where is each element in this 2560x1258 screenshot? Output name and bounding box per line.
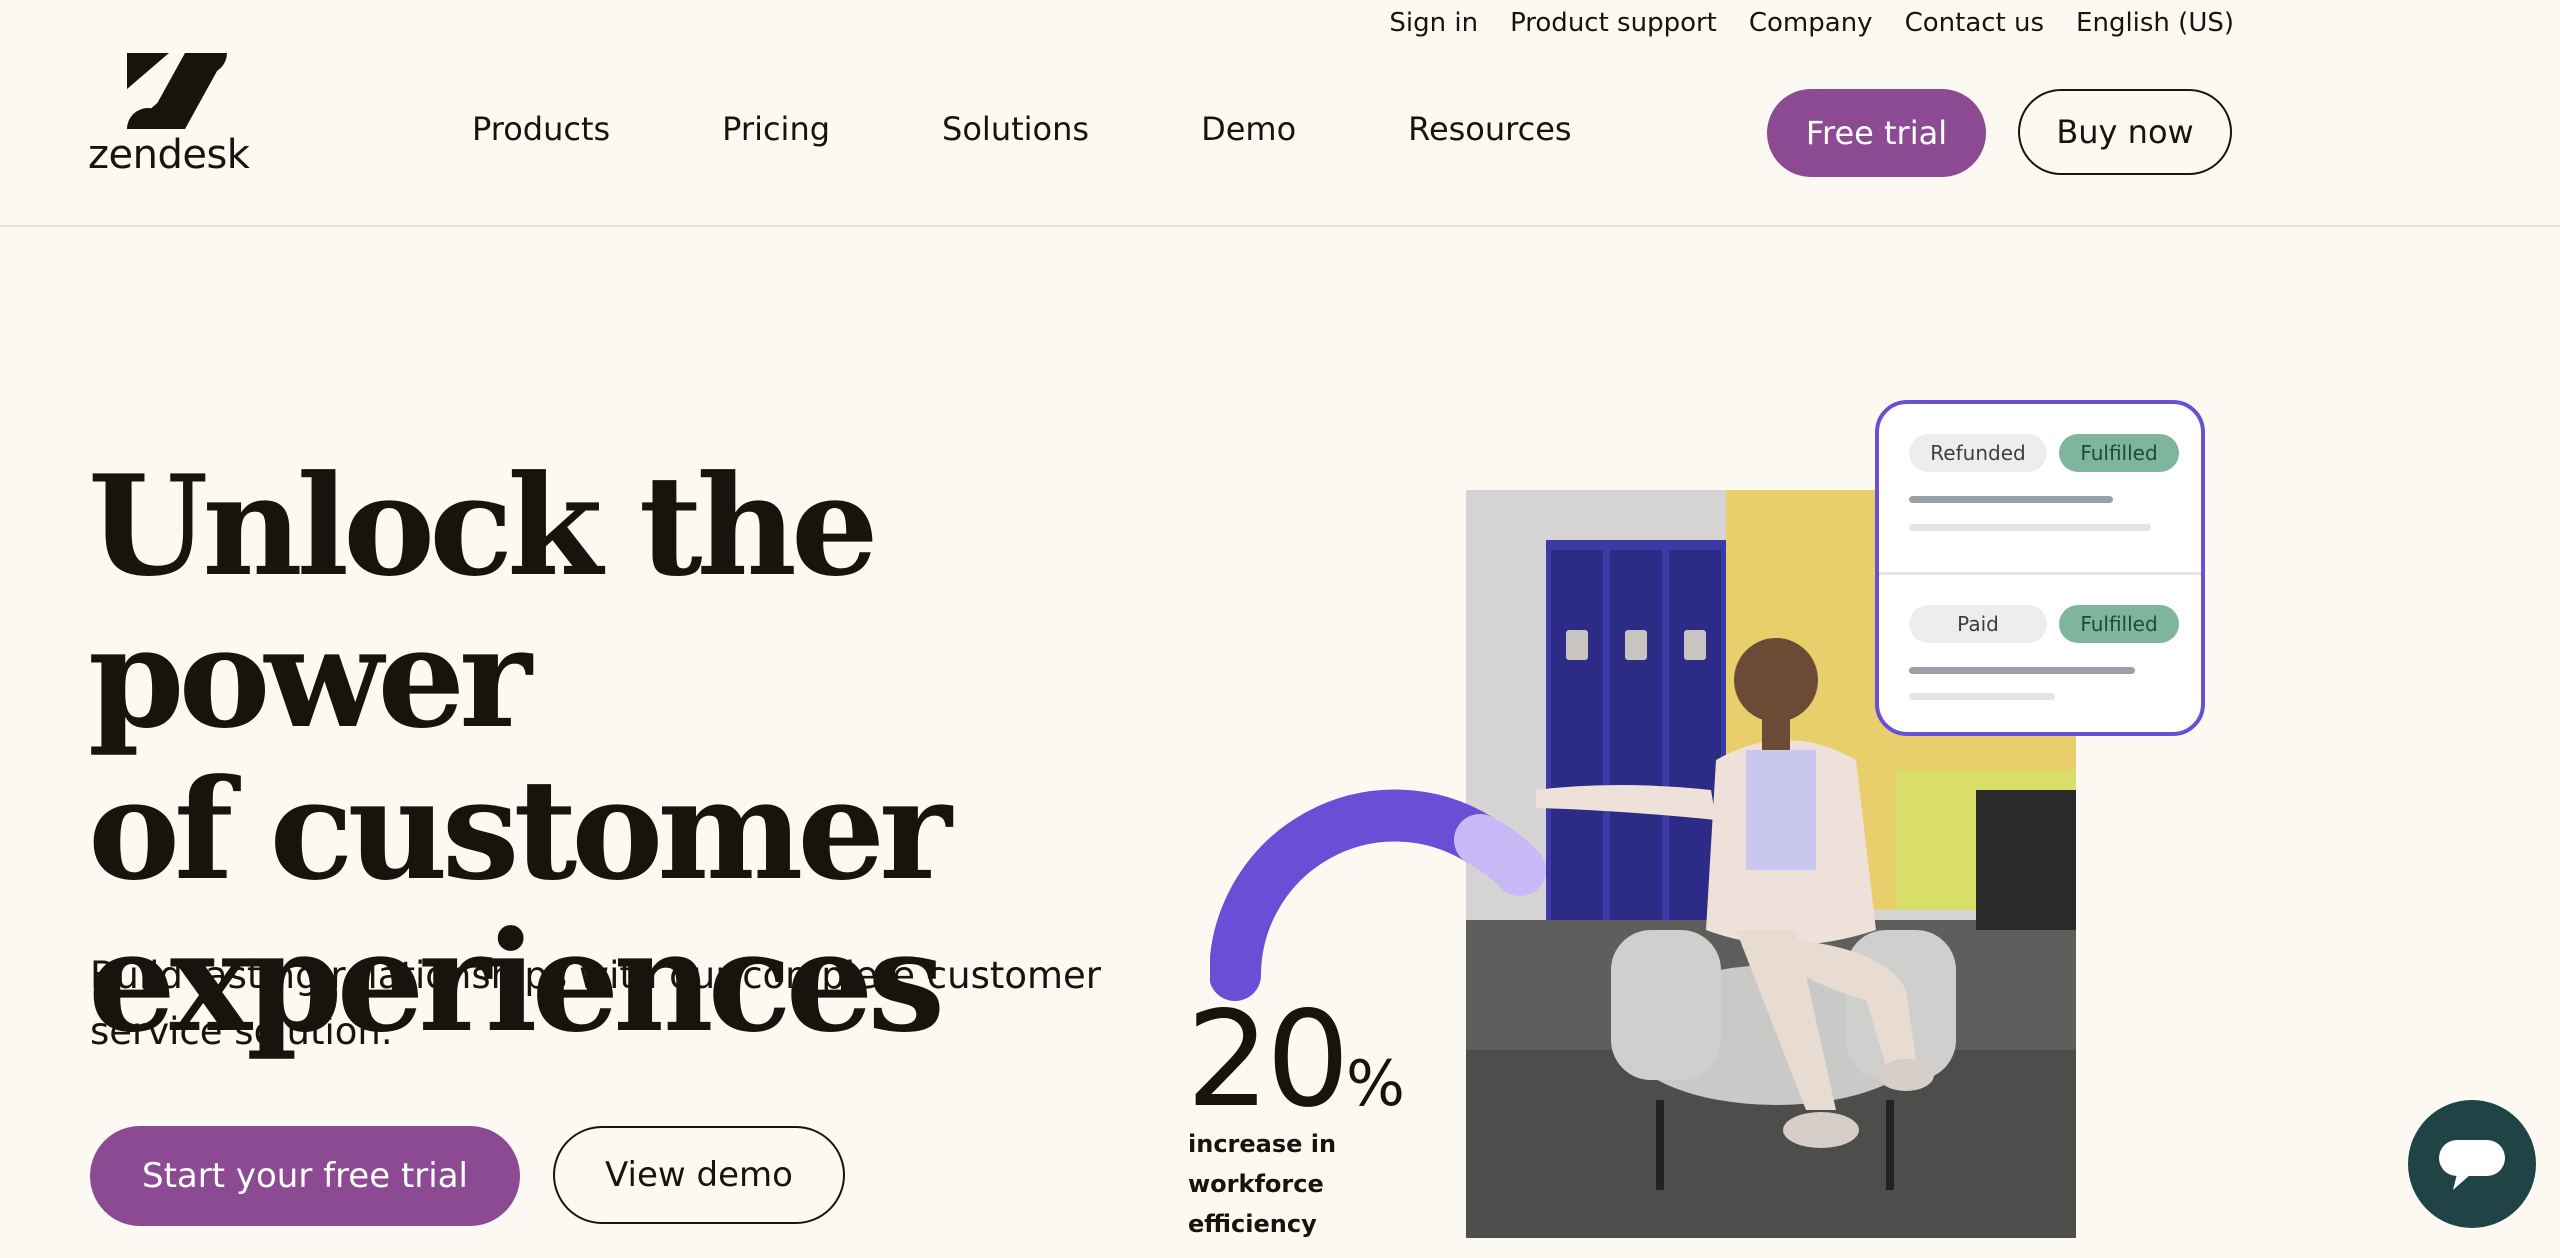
free-trial-button[interactable]: Free trial: [1767, 89, 1986, 177]
hero-title-line: Unlock the power: [88, 444, 879, 759]
site-header: Sign in Product support Company Contact …: [0, 0, 2560, 227]
zendesk-logo-mark-icon: [127, 53, 227, 129]
stat-unit: %: [1345, 1047, 1405, 1120]
status-badge: Refunded: [1909, 434, 2047, 472]
product-support-link[interactable]: Product support: [1510, 8, 1717, 38]
chat-widget-button[interactable]: [2408, 1100, 2536, 1228]
nav-products[interactable]: Products: [472, 110, 610, 148]
zendesk-logo[interactable]: zendesk: [88, 50, 260, 178]
view-demo-button[interactable]: View demo: [553, 1126, 845, 1224]
placeholder-line: [1909, 693, 2055, 700]
brand-wordmark: zendesk: [88, 132, 250, 178]
start-free-trial-button[interactable]: Start your free trial: [90, 1126, 520, 1226]
stat-label: increase in workforce efficiency: [1188, 1130, 1337, 1238]
hero-subtitle: Build lasting relationships with our com…: [90, 954, 1102, 1053]
order-status-card: Refunded Fulfilled Paid Fulfilled: [1875, 400, 2205, 736]
language-selector[interactable]: English (US): [2076, 8, 2234, 38]
company-link[interactable]: Company: [1749, 8, 1873, 38]
buy-now-button[interactable]: Buy now: [2018, 89, 2232, 175]
nav-demo[interactable]: Demo: [1201, 110, 1296, 148]
fulfillment-badge: Fulfilled: [2059, 605, 2179, 643]
nav-resources[interactable]: Resources: [1408, 110, 1571, 148]
hero-title-line: of customer: [88, 748, 952, 911]
sign-in-link[interactable]: Sign in: [1389, 8, 1478, 38]
placeholder-line: [1909, 667, 2135, 674]
efficiency-arc-graphic: [1210, 789, 1546, 1001]
contact-us-link[interactable]: Contact us: [1905, 8, 2044, 38]
utility-nav: Sign in Product support Company Contact …: [1357, 0, 2234, 46]
status-row: Paid Fulfilled: [1879, 572, 2201, 732]
chat-bubble-icon: [2439, 1140, 2505, 1190]
status-badge: Paid: [1909, 605, 2047, 643]
nav-pricing[interactable]: Pricing: [722, 110, 830, 148]
stat-number: 20: [1186, 983, 1350, 1137]
main-nav: Products Pricing Solutions Demo Resource…: [472, 110, 1684, 148]
placeholder-line: [1909, 524, 2151, 531]
nav-solutions[interactable]: Solutions: [942, 110, 1089, 148]
placeholder-line: [1909, 496, 2113, 503]
status-row: Refunded Fulfilled: [1879, 404, 2201, 569]
fulfillment-badge: Fulfilled: [2059, 434, 2179, 472]
